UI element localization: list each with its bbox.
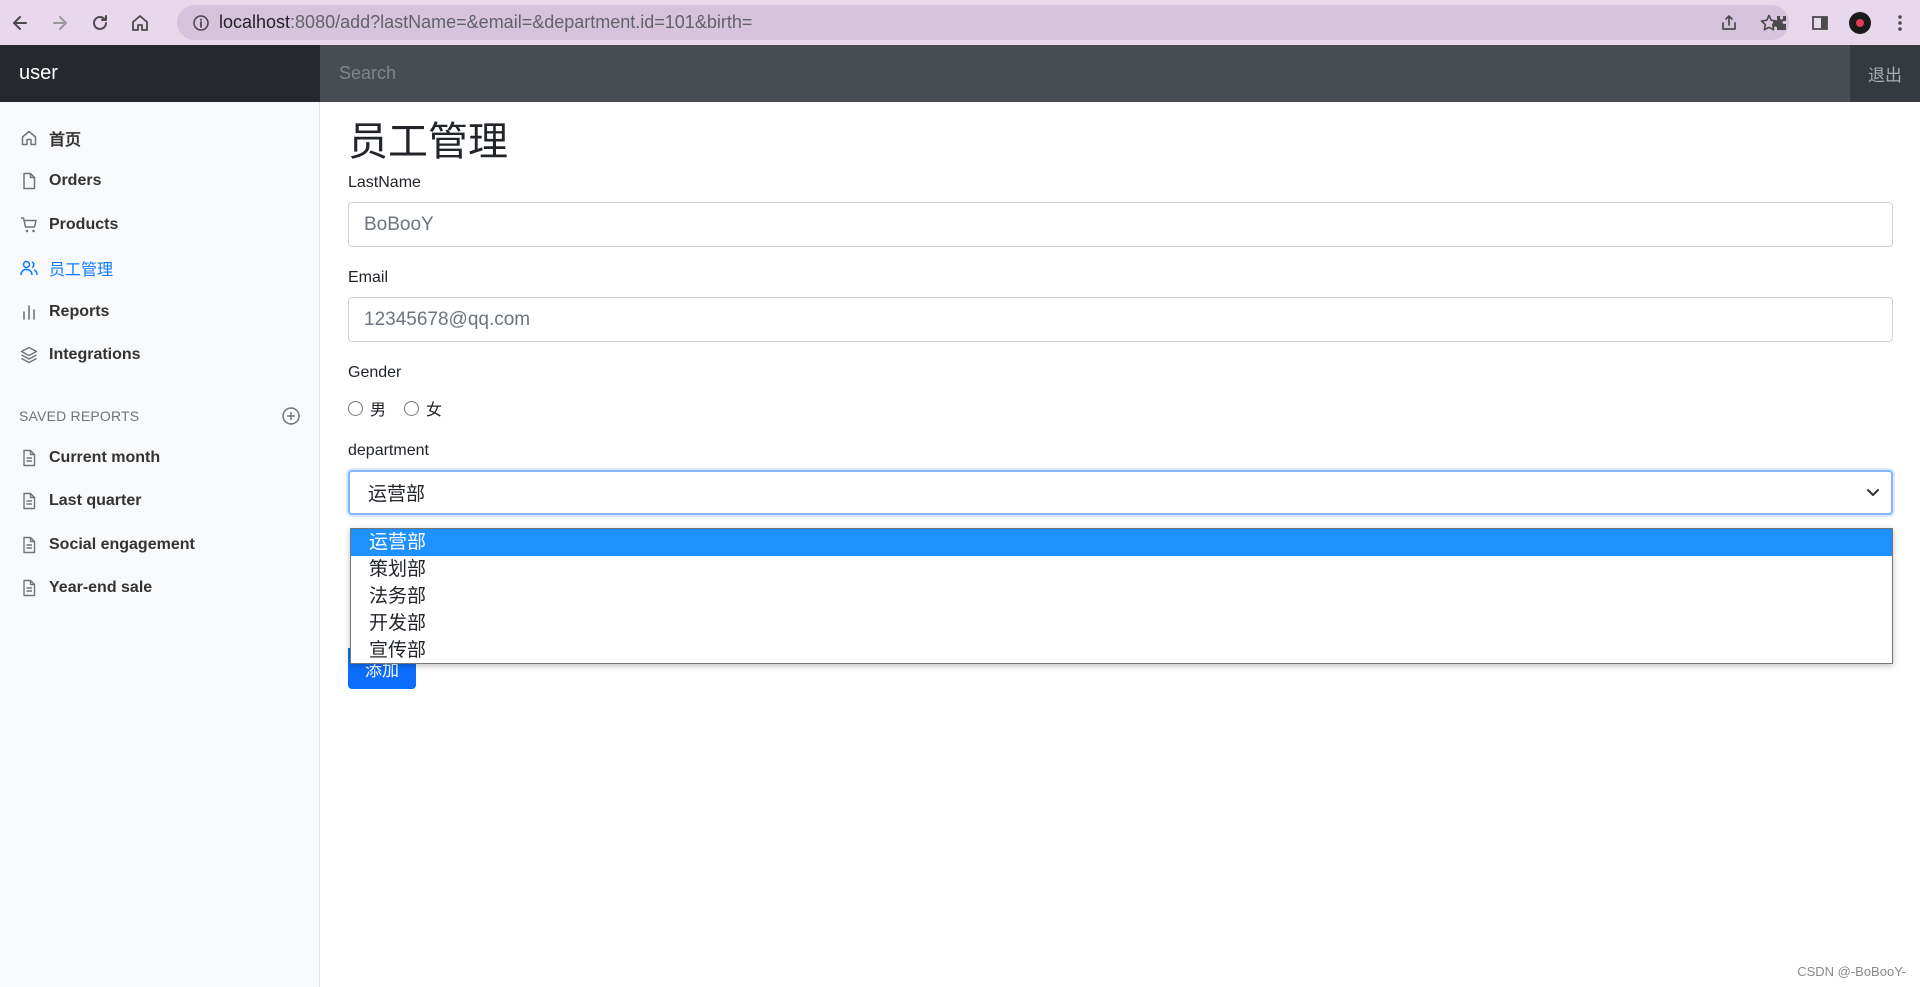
- gender-female-label: 女: [426, 402, 443, 419]
- file-text-icon: [20, 449, 38, 467]
- file-icon: [20, 172, 38, 190]
- saved-report-last-quarter[interactable]: Last quarter: [0, 480, 319, 524]
- address-bar[interactable]: localhost:8080/add?lastName=&email=&depa…: [177, 5, 1789, 40]
- gender-radio-group: 男 女: [348, 396, 1893, 420]
- bar-chart-icon: [20, 303, 38, 321]
- gender-option-female[interactable]: 女: [404, 396, 442, 420]
- saved-reports-heading: SAVED REPORTS: [0, 396, 319, 436]
- side-panel-icon[interactable]: [1800, 0, 1840, 45]
- sidebar-item-integrations[interactable]: Integrations: [0, 334, 319, 378]
- lastname-label: LastName: [348, 174, 421, 191]
- sidebar-item-label: 员工管理: [49, 262, 114, 280]
- department-dropdown-list: 运营部 策划部 法务部 开发部 宣传部: [350, 528, 1893, 664]
- dropdown-option[interactable]: 宣传部: [351, 637, 1892, 664]
- gender-male-label: 男: [370, 402, 387, 419]
- app-navbar: user 退出: [0, 45, 1920, 102]
- site-info-icon[interactable]: [183, 5, 219, 40]
- sidebar-item-label: Reports: [49, 302, 110, 320]
- saved-report-label: Social engagement: [49, 535, 195, 553]
- lastname-value: BoBooY: [364, 213, 434, 235]
- saved-report-label: Last quarter: [49, 492, 142, 510]
- sidebar-item-label: Integrations: [49, 346, 141, 364]
- dropdown-option[interactable]: 开发部: [351, 610, 1892, 637]
- sidebar-item-employees[interactable]: 员工管理: [0, 247, 319, 291]
- saved-reports-title: SAVED REPORTS: [19, 408, 140, 424]
- main-content: 员工管理 LastName BoBooY Email 12345678@qq.c…: [348, 102, 1893, 515]
- search-input[interactable]: [320, 45, 1850, 102]
- sidebar-item-label: Orders: [49, 172, 102, 190]
- sidebar-item-reports[interactable]: Reports: [0, 290, 319, 334]
- saved-report-year-end-sale[interactable]: Year-end sale: [0, 567, 319, 611]
- layers-icon: [20, 346, 38, 364]
- sidebar-item-orders[interactable]: Orders: [0, 160, 319, 204]
- gender-label: Gender: [348, 364, 402, 381]
- email-input[interactable]: 12345678@qq.com: [348, 297, 1893, 342]
- sidebar-nav: 首页 Orders Products 员工管理 Reports Integrat…: [0, 102, 319, 377]
- file-text-icon: [20, 492, 38, 510]
- sidebar-item-label: 首页: [49, 131, 82, 149]
- department-selected-value: 运营部: [368, 484, 426, 505]
- dropdown-option[interactable]: 法务部: [351, 583, 1892, 610]
- email-label: Email: [348, 269, 389, 286]
- sidebar-item-home[interactable]: 首页: [0, 116, 319, 160]
- back-icon[interactable]: [0, 0, 40, 45]
- radio-male[interactable]: [348, 400, 363, 416]
- sidebar: 首页 Orders Products 员工管理 Reports Integrat…: [0, 102, 320, 987]
- department-select[interactable]: 运营部: [348, 470, 1893, 515]
- cart-icon: [20, 216, 38, 234]
- profile-avatar[interactable]: [1840, 0, 1880, 45]
- department-label: department: [348, 442, 429, 459]
- share-icon[interactable]: [1709, 5, 1749, 40]
- email-value: 12345678@qq.com: [364, 308, 531, 330]
- home-icon[interactable]: [120, 0, 160, 45]
- lastname-input[interactable]: BoBooY: [348, 202, 1893, 247]
- sidebar-item-products[interactable]: Products: [0, 203, 319, 247]
- radio-female[interactable]: [404, 400, 420, 416]
- url-path: :8080/add?lastName=&email=&department.id…: [290, 12, 753, 32]
- chevron-down-icon: [1865, 484, 1881, 500]
- plus-circle-icon[interactable]: [281, 406, 301, 426]
- saved-report-label: Current month: [49, 448, 161, 466]
- home-icon: [20, 129, 38, 147]
- forward-icon[interactable]: [40, 0, 80, 45]
- file-text-icon: [20, 579, 38, 597]
- url-host: localhost: [219, 12, 291, 32]
- saved-report-social-engagement[interactable]: Social engagement: [0, 523, 319, 567]
- gender-option-male[interactable]: 男: [348, 396, 386, 420]
- navbar-brand[interactable]: user: [0, 45, 320, 102]
- menu-kebab-icon[interactable]: [1880, 0, 1920, 45]
- page-title: 员工管理: [348, 120, 508, 164]
- saved-report-label: Year-end sale: [49, 579, 153, 597]
- reload-icon[interactable]: [80, 0, 120, 45]
- browser-toolbar: localhost:8080/add?lastName=&email=&depa…: [0, 0, 1920, 45]
- dropdown-option[interactable]: 运营部: [351, 529, 1892, 556]
- logout-link[interactable]: 退出: [1850, 45, 1920, 102]
- url-text: localhost:8080/add?lastName=&email=&depa…: [219, 12, 752, 33]
- file-text-icon: [20, 536, 38, 554]
- extensions-icon[interactable]: [1760, 0, 1800, 45]
- users-icon: [20, 259, 38, 277]
- sidebar-item-label: Products: [49, 215, 119, 233]
- watermark: CSDN @-BoBooY-: [1797, 964, 1906, 979]
- saved-report-current-month[interactable]: Current month: [0, 436, 319, 480]
- saved-reports-list: Current month Last quarter Social engage…: [0, 436, 319, 610]
- dropdown-option[interactable]: 策划部: [351, 556, 1892, 583]
